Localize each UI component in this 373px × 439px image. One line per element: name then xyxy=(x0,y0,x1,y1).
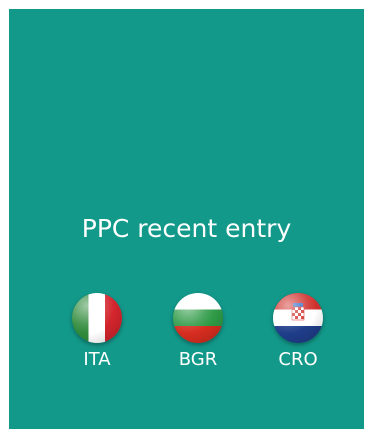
country-label: ITA xyxy=(83,349,111,370)
italy-flag-icon xyxy=(72,293,122,343)
country-label: CRO xyxy=(278,349,318,370)
card-title: PPC recent entry xyxy=(81,214,292,243)
ppc-card: PPC recent entry ITA BGR CRO xyxy=(9,9,364,429)
country-flags: ITA BGR CRO xyxy=(9,293,364,383)
country-item-ita[interactable]: ITA xyxy=(54,293,134,383)
croatia-flag-icon xyxy=(273,293,323,343)
country-item-cro[interactable]: CRO xyxy=(255,293,335,383)
bulgaria-flag-icon xyxy=(173,293,223,343)
country-label: BGR xyxy=(178,349,218,370)
country-item-bgr[interactable]: BGR xyxy=(155,293,235,383)
